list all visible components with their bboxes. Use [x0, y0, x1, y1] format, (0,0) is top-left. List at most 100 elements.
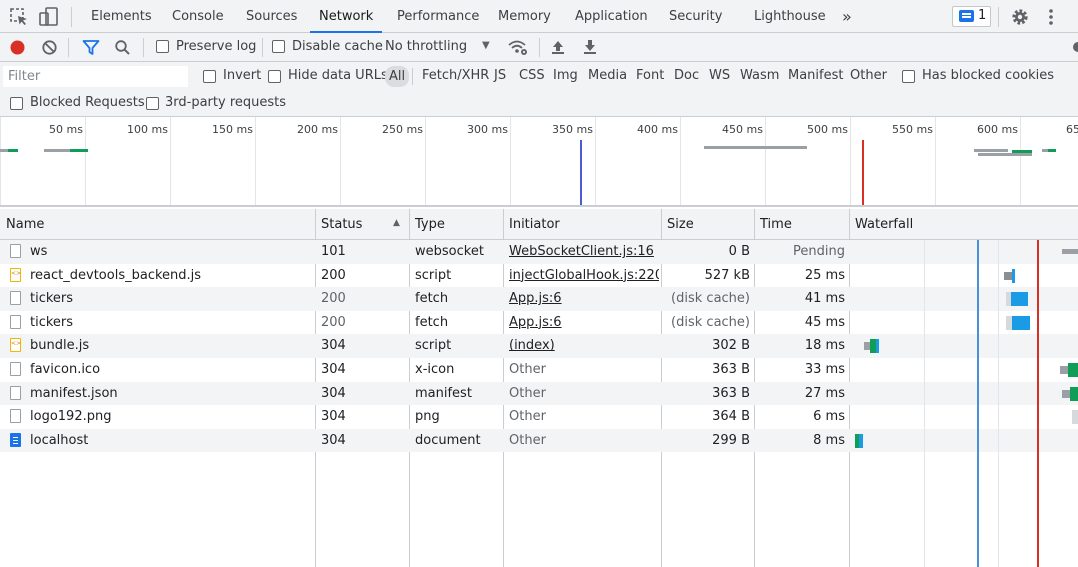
blocked-requests-checkbox[interactable]: [10, 97, 23, 110]
filter-type-js[interactable]: JS: [494, 68, 506, 83]
has-blocked-cookies-checkbox[interactable]: [902, 70, 915, 83]
tab-network[interactable]: Network: [309, 0, 383, 33]
network-conditions-icon[interactable]: [507, 38, 529, 57]
request-initiator[interactable]: (index): [509, 334, 659, 358]
filter-type-ws[interactable]: WS: [709, 68, 730, 83]
hide-data-urls-checkbox[interactable]: [268, 70, 281, 83]
filter-type-doc[interactable]: Doc: [674, 68, 699, 83]
waterfall-bar: [1060, 366, 1068, 374]
search-icon[interactable]: [114, 39, 131, 56]
device-toolbar-icon[interactable]: [38, 6, 60, 28]
request-name[interactable]: react_devtools_backend.js: [30, 264, 312, 288]
filter-type-img[interactable]: Img: [553, 68, 578, 83]
request-initiator[interactable]: App.js:6: [509, 287, 659, 311]
request-status: 101: [321, 244, 346, 259]
column-header-waterfall[interactable]: Waterfall: [849, 209, 913, 240]
third-party-requests-checkbox[interactable]: [146, 97, 159, 110]
import-har-icon[interactable]: [550, 39, 566, 55]
network-overview-timeline[interactable]: 50 ms 100 ms 150 ms 200 ms 250 ms 300 ms…: [0, 117, 1078, 207]
tab-console[interactable]: Console: [172, 0, 224, 33]
preserve-log-label: Preserve log: [176, 39, 257, 54]
tab-lighthouse[interactable]: Lighthouse: [754, 0, 826, 33]
tab-memory[interactable]: Memory: [498, 0, 551, 33]
table-row[interactable]: tickers 200 fetch App.js:6 (disk cache) 45 ms: [0, 311, 1078, 335]
column-header-type[interactable]: Type: [409, 209, 445, 240]
waterfall-gridline: [998, 240, 999, 567]
table-row[interactable]: manifest.json 304 manifest Other 363 B 27 ms: [0, 381, 1078, 406]
request-name[interactable]: favicon.ico: [30, 358, 312, 382]
blocked-requests-label: Blocked Requests: [30, 95, 145, 110]
disable-cache-checkbox[interactable]: [272, 40, 285, 53]
request-time: Pending: [793, 244, 845, 259]
request-name[interactable]: manifest.json: [30, 382, 312, 406]
request-name[interactable]: logo192.png: [30, 405, 312, 429]
filter-type-all[interactable]: All: [385, 66, 410, 87]
table-row[interactable]: ws 101 websocket WebSocketClient.js:16 0 B Pe…: [0, 240, 1078, 264]
request-name[interactable]: localhost: [30, 429, 312, 453]
column-header-name[interactable]: Name: [0, 209, 44, 240]
request-status: 200: [321, 267, 346, 283]
column-header-time[interactable]: Time: [754, 209, 792, 240]
load-event-marker: [862, 140, 864, 205]
clear-icon[interactable]: [41, 39, 58, 56]
filter-type-fetch-xhr[interactable]: Fetch/XHR: [422, 68, 489, 83]
chevron-down-icon[interactable]: ▼: [482, 40, 490, 51]
table-row[interactable]: favicon.ico 304 x-icon Other 363 B 33 ms: [0, 358, 1078, 382]
overview-gridline: [1020, 117, 1021, 205]
filter-icon[interactable]: [82, 39, 100, 56]
request-name[interactable]: ws: [30, 240, 312, 264]
request-name[interactable]: tickers: [30, 287, 312, 311]
table-row[interactable]: bundle.js 304 script (index) 302 B 18 ms: [0, 334, 1078, 358]
request-type: fetch: [415, 291, 449, 307]
more-tabs-icon[interactable]: »: [842, 0, 852, 33]
file-icon: [10, 314, 21, 329]
table-row[interactable]: logo192.png 304 png Other 364 B 6 ms: [0, 405, 1078, 429]
filter-input[interactable]: [3, 66, 188, 87]
request-initiator[interactable]: App.js:6: [509, 311, 659, 335]
tab-elements[interactable]: Elements: [91, 0, 152, 33]
waterfall-dom-content-loaded-line: [977, 240, 979, 567]
more-options-icon[interactable]: [1040, 6, 1062, 28]
tab-security[interactable]: Security: [669, 0, 722, 33]
table-row[interactable]: react_devtools_backend.js 200 script inject…: [0, 264, 1078, 288]
throttling-select[interactable]: No throttling: [385, 39, 467, 54]
filter-type-other[interactable]: Other: [850, 68, 887, 83]
request-initiator[interactable]: injectGlobalHook.js:2204: [509, 264, 659, 288]
request-initiator[interactable]: WebSocketClient.js:16: [509, 240, 659, 264]
tab-sources[interactable]: Sources: [246, 0, 297, 33]
table-row[interactable]: localhost 304 document Other 299 B 8 ms: [0, 428, 1078, 453]
waterfall-bar: [859, 433, 863, 448]
overview-request-bar: [704, 146, 807, 149]
overview-request-bar: [1012, 150, 1032, 153]
record-icon[interactable]: [9, 39, 26, 56]
settings-gear-icon[interactable]: [1009, 6, 1031, 28]
overview-gridline: [255, 117, 256, 205]
request-name[interactable]: tickers: [30, 311, 312, 335]
column-header-size[interactable]: Size: [661, 209, 694, 240]
request-status: 304: [321, 409, 346, 425]
table-row[interactable]: tickers 200 fetch App.js:6 (disk cache) 41 ms: [0, 287, 1078, 311]
inspect-element-icon[interactable]: [8, 6, 30, 28]
filter-type-wasm[interactable]: Wasm: [740, 68, 779, 83]
overview-request-bar: [44, 149, 70, 152]
overview-request-bar: [8, 149, 18, 152]
request-name[interactable]: bundle.js: [30, 334, 312, 358]
filter-type-font[interactable]: Font: [636, 68, 664, 83]
filter-type-css[interactable]: CSS: [519, 68, 545, 83]
column-header-status[interactable]: Status: [315, 209, 362, 240]
request-type: script: [415, 267, 452, 283]
invert-checkbox[interactable]: [203, 70, 216, 83]
export-har-icon[interactable]: [582, 39, 598, 55]
filter-type-media[interactable]: Media: [588, 68, 627, 83]
overview-request-bar: [974, 149, 1008, 152]
column-header-initiator[interactable]: Initiator: [503, 209, 560, 240]
tab-performance[interactable]: Performance: [397, 0, 479, 33]
request-size: 363 B: [712, 385, 750, 401]
network-settings-gear-icon[interactable]: [1070, 39, 1078, 55]
overview-gridline: [425, 117, 426, 205]
issues-counter-button[interactable]: 1: [952, 6, 991, 27]
filter-type-manifest[interactable]: Manifest: [788, 68, 843, 83]
preserve-log-checkbox[interactable]: [156, 40, 169, 53]
request-type: websocket: [415, 244, 484, 259]
tab-application[interactable]: Application: [575, 0, 648, 33]
